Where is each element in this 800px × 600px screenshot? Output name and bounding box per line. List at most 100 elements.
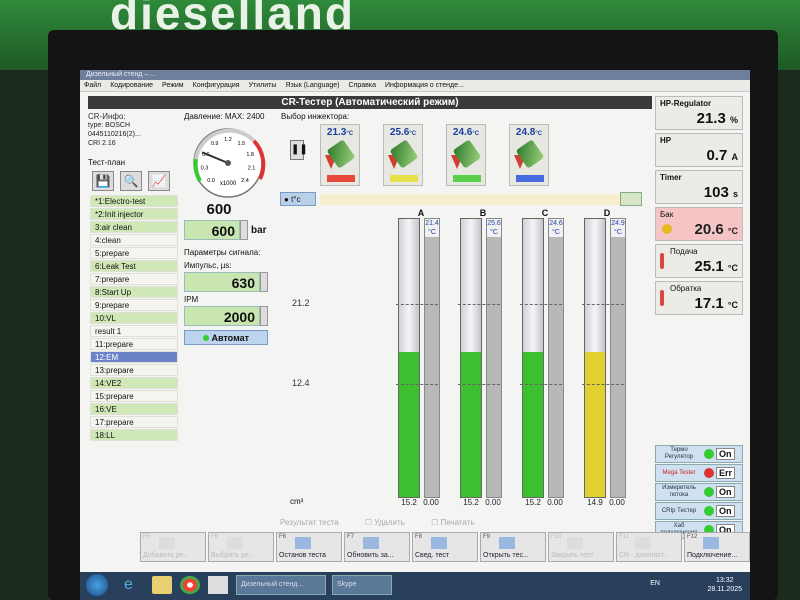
- menu-item[interactable]: Файл: [84, 82, 101, 89]
- testplan-item[interactable]: 15:prepare: [90, 390, 178, 402]
- testplan-item[interactable]: 18:LL: [90, 429, 178, 441]
- device-toggle[interactable]: Термо Регулятор On: [655, 445, 743, 463]
- function-key-icon: [363, 537, 379, 549]
- tube-value: 15.2: [463, 498, 479, 507]
- taskbar-app-button[interactable]: Дизельный стенд...: [236, 575, 326, 595]
- menu-item[interactable]: Конфигурация: [193, 82, 240, 89]
- testplan-item[interactable]: 10:VL: [90, 312, 178, 324]
- temp-toggle-button[interactable]: ● t°c: [280, 192, 316, 206]
- return-value: 17.1: [694, 295, 724, 312]
- auto-button[interactable]: Автомат: [184, 330, 268, 345]
- testplan-item[interactable]: 6:Leak Test: [90, 260, 178, 272]
- function-key-button[interactable]: F10 Закрыть тест: [548, 532, 614, 562]
- function-key-code: F5: [143, 534, 151, 540]
- function-key-button[interactable]: F5 Добавить ре...: [140, 532, 206, 562]
- app-icon[interactable]: [208, 576, 228, 594]
- taskbar-skype-label: Skype: [337, 581, 357, 588]
- ipm-stepper[interactable]: [260, 306, 268, 326]
- testplan-item[interactable]: 17:prepare: [90, 416, 178, 428]
- ipm-input[interactable]: 2000: [184, 306, 260, 326]
- function-key-button[interactable]: F7 Обновить за...: [344, 532, 410, 562]
- function-key-button[interactable]: F8 Свед. тест: [412, 532, 478, 562]
- ie-icon[interactable]: e: [124, 576, 144, 594]
- gauge-tick-label: 0.9: [211, 141, 219, 147]
- function-key-button[interactable]: F6 Останов теста: [276, 532, 342, 562]
- pulse-stepper[interactable]: [260, 272, 268, 292]
- injector-button[interactable]: 21.3°C: [320, 124, 360, 186]
- testplan-item[interactable]: 9:prepare: [90, 299, 178, 311]
- print-label: Печатать: [440, 518, 475, 527]
- menu-item[interactable]: Утилиты: [249, 82, 277, 89]
- pulse-input[interactable]: 630: [184, 272, 260, 292]
- hp-value: 0.7: [706, 147, 728, 164]
- injector-button[interactable]: 25.6°C: [383, 124, 423, 186]
- search-icon[interactable]: 🔍: [120, 171, 142, 191]
- menu-item[interactable]: Информация о стенде...: [385, 82, 464, 89]
- testplan-item[interactable]: 11:prepare: [90, 338, 178, 350]
- testplan-item[interactable]: 16:VE: [90, 403, 178, 415]
- testplan-item[interactable]: 4:clean: [90, 234, 178, 246]
- hp-regulator-label: HP-Regulator: [660, 99, 712, 108]
- delete-label: Удалить: [374, 518, 405, 527]
- function-key-icon: [159, 537, 175, 549]
- cr-info-type: type: BOSCH: [88, 122, 131, 129]
- status-led-icon: [704, 487, 714, 497]
- return-temp: 24.9 °C: [611, 219, 625, 237]
- testplan-item[interactable]: *2:Init injector: [90, 208, 178, 220]
- function-key-code: F7: [347, 534, 355, 540]
- chart-icon[interactable]: 📈: [148, 171, 170, 191]
- device-toggle[interactable]: Mega Tester Err: [655, 464, 743, 482]
- testplan-item[interactable]: *1:Electro-test: [90, 195, 178, 207]
- tank-panel: Бак 20.6 °C: [655, 207, 743, 241]
- tube-fill: [461, 352, 481, 497]
- pressure-setpoint-input[interactable]: 600: [184, 220, 240, 240]
- language-indicator[interactable]: EN: [650, 580, 660, 587]
- injector-color-bar: [327, 175, 355, 182]
- clock[interactable]: 13:32 28.11.2025: [707, 576, 742, 594]
- menu-item[interactable]: Справка: [349, 82, 376, 89]
- folder-icon[interactable]: [152, 576, 172, 594]
- gauge-unit: x1000: [220, 181, 237, 187]
- menu-item[interactable]: Язык (Language): [285, 82, 339, 89]
- device-toggle[interactable]: Измеритель потока On: [655, 483, 743, 501]
- injector-button[interactable]: 24.6°C: [446, 124, 486, 186]
- testplan-item[interactable]: result 1: [90, 325, 178, 337]
- function-key-button[interactable]: F11 CR - диагност...: [616, 532, 682, 562]
- testplan-item[interactable]: 8:Start Up: [90, 286, 178, 298]
- testplan-item[interactable]: 3:air clean: [90, 221, 178, 233]
- pause-button[interactable]: ❚❚: [290, 140, 308, 160]
- refresh-icon[interactable]: [620, 192, 642, 206]
- function-key-button[interactable]: F12 Подключение...: [684, 532, 750, 562]
- pressure-stepper[interactable]: [240, 220, 248, 240]
- testplan-item[interactable]: 13:prepare: [90, 364, 178, 376]
- hp-label: HP: [660, 136, 672, 145]
- thermometer-icon: [660, 253, 664, 269]
- tube-letter: D: [603, 208, 611, 218]
- timer-value: 103: [703, 184, 729, 201]
- chrome-icon[interactable]: [180, 576, 200, 594]
- delete-checkbox[interactable]: ☐ Удалить: [365, 518, 405, 527]
- taskbar-skype-button[interactable]: Skype: [332, 575, 392, 595]
- menu-item[interactable]: Кодирование: [110, 82, 153, 89]
- device-toggle[interactable]: CRIp Тестер On: [655, 502, 743, 520]
- injector-button[interactable]: 24.8°C: [509, 124, 549, 186]
- testplan-item[interactable]: 7:prepare: [90, 273, 178, 285]
- clock-date: 28.11.2025: [707, 586, 742, 593]
- pressure-panel: Давление: MAX: 2400 0.00.30.60.91.21.51.…: [184, 112, 278, 345]
- function-key-button[interactable]: F9 Открыть тес...: [480, 532, 546, 562]
- measurement-area: ● t°c 21.2 12.4 cm³ A 21.4 °C 15.2 0.00 B 25.6…: [280, 192, 650, 514]
- function-key-button[interactable]: F6 Выбрать ре...: [208, 532, 274, 562]
- start-button[interactable]: [86, 574, 108, 596]
- testplan-item[interactable]: 5:prepare: [90, 247, 178, 259]
- tube-header-strip: [320, 194, 640, 205]
- testplan-item[interactable]: 12:EM: [90, 351, 178, 363]
- testplan-item[interactable]: 14:VE2: [90, 377, 178, 389]
- return-temp-value: 21.4: [425, 220, 439, 227]
- device-toggle-value: On: [716, 448, 735, 460]
- save-icon[interactable]: 💾: [92, 171, 114, 191]
- function-key-code: F8: [415, 534, 423, 540]
- injector-temp-unit: °C: [409, 131, 417, 137]
- left-panel: CR-Инфо: type: BOSCH 0445110216(2)... CR…: [88, 112, 182, 442]
- menu-item[interactable]: Режим: [162, 82, 184, 89]
- print-checkbox[interactable]: ☐ Печатать: [431, 518, 474, 527]
